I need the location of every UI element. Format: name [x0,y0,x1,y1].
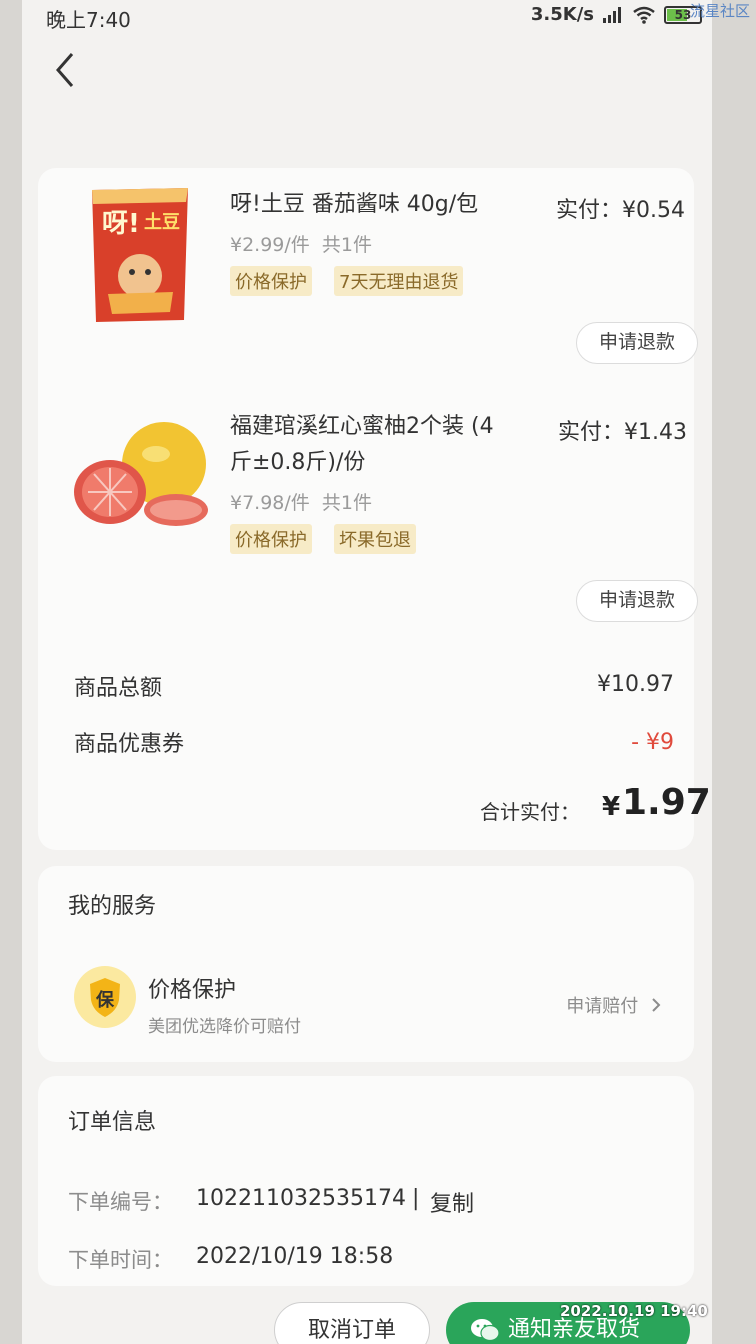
svg-text:呀!: 呀! [102,209,140,239]
claim-compensation-label: 申请赔付 [566,996,639,1017]
chevron-right-icon [652,998,661,1012]
total-amount: 1.97 [622,782,711,823]
item-2-tag-price-protect: 价格保护 [230,524,312,554]
status-bar: 晚上7:40 3.5K/s 53 [22,0,712,34]
item-2-quantity: 共1件 [321,492,372,514]
order-number: 102211032535174 [196,1186,406,1211]
item-2-name-line1[interactable]: 福建琯溪红心蜜柚2个装 (4 [230,410,494,444]
item-1-paid-label: 实付： [556,198,623,223]
order-number-separator: | [412,1186,420,1211]
item-1-name[interactable]: 呀!土豆 番茄酱味 40g/包 [230,188,478,222]
order-items-card: 呀! 土豆 呀!土豆 番茄酱味 40g/包 ¥2.99/件 共1件 实付：¥0.… [38,168,711,850]
order-time: 2022/10/19 18:58 [196,1244,394,1269]
item-1-price-value: ¥2.99/件 [230,234,310,256]
item-2-paid-label: 实付： [558,420,625,445]
item-2-price-value: ¥7.98/件 [230,492,310,514]
forum-watermark: 流星社区 [690,2,751,20]
item-1-unit-price: ¥2.99/件 共1件 [230,230,372,257]
total-label: 合计实付： [480,800,580,824]
status-right: 3.5K/s 53 [531,4,702,25]
item-1-tag-7day-return: 7天无理由退货 [334,266,464,296]
item-2-paid: 实付：¥1.43 [558,414,687,446]
claim-compensation-link[interactable]: 申请赔付 [566,992,662,1018]
battery-level: 53 [674,7,692,22]
my-services-card: 我的服务 保 价格保护 美团优选降价可赔付 申请赔付 [38,866,694,1062]
item-1-refund-button[interactable]: 申请退款 [576,322,698,364]
photo-timestamp: 2022.10.19 19:40 [560,1302,708,1320]
cancel-order-button[interactable]: 取消订单 [274,1302,430,1344]
order-time-label: 下单时间： [68,1248,173,1272]
svg-text:土豆: 土豆 [144,212,180,233]
service-name: 价格保护 [148,978,237,1003]
subtotal-value: ¥10.97 [597,672,674,697]
subtotal-label: 商品总额 [74,676,163,701]
network-speed: 3.5K/s [530,4,594,25]
notify-friend-label: 通知亲友取货 [508,1317,641,1342]
order-info-card: 订单信息 下单编号： 102211032535174 | 复制 下单时间： 20… [38,1076,694,1286]
item-1-paid: 实付：¥0.54 [556,192,685,224]
shield-icon: 保 [90,978,120,1017]
order-info-title: 订单信息 [68,1110,157,1135]
item-2-name-line2[interactable]: 斤±0.8斤)/份 [230,446,365,480]
signal-icon [603,6,621,23]
services-title: 我的服务 [68,894,157,919]
item-2-paid-value: ¥1.43 [624,420,687,445]
back-arrow-icon[interactable] [50,50,82,90]
wifi-icon [633,6,655,24]
item-2-refund-button[interactable]: 申请退款 [576,580,698,622]
coupon-label: 商品优惠券 [74,732,185,757]
coupon-value: - ¥9 [631,730,674,755]
item-2-unit-price: ¥7.98/件 共1件 [230,488,372,515]
shield-icon-char: 保 [95,989,115,1011]
potato-chips-bag-image[interactable]: 呀! 土豆 [78,184,202,324]
item-1-tag-price-protect: 价格保护 [230,266,312,296]
item-2-tag-bad-fruit-refund: 坏果包退 [334,524,416,554]
copy-order-number-button[interactable]: 复制 [430,1186,474,1218]
pomelo-image[interactable] [72,412,212,536]
item-1-quantity: 共1件 [321,234,372,256]
status-time: 晚上7:40 [46,8,131,32]
order-number-label: 下单编号： [68,1190,173,1214]
service-description: 美团优选降价可赔付 [148,1017,301,1037]
wechat-icon [471,1319,500,1342]
item-1-paid-value: ¥0.54 [622,198,685,223]
phone-screen: 晚上7:40 3.5K/s 53 呀! 土豆 呀!土豆 番茄酱味 40g/包 ¥… [22,0,712,1344]
price-protect-badge: 保 [74,966,136,1028]
total-currency: ¥ [602,792,621,822]
